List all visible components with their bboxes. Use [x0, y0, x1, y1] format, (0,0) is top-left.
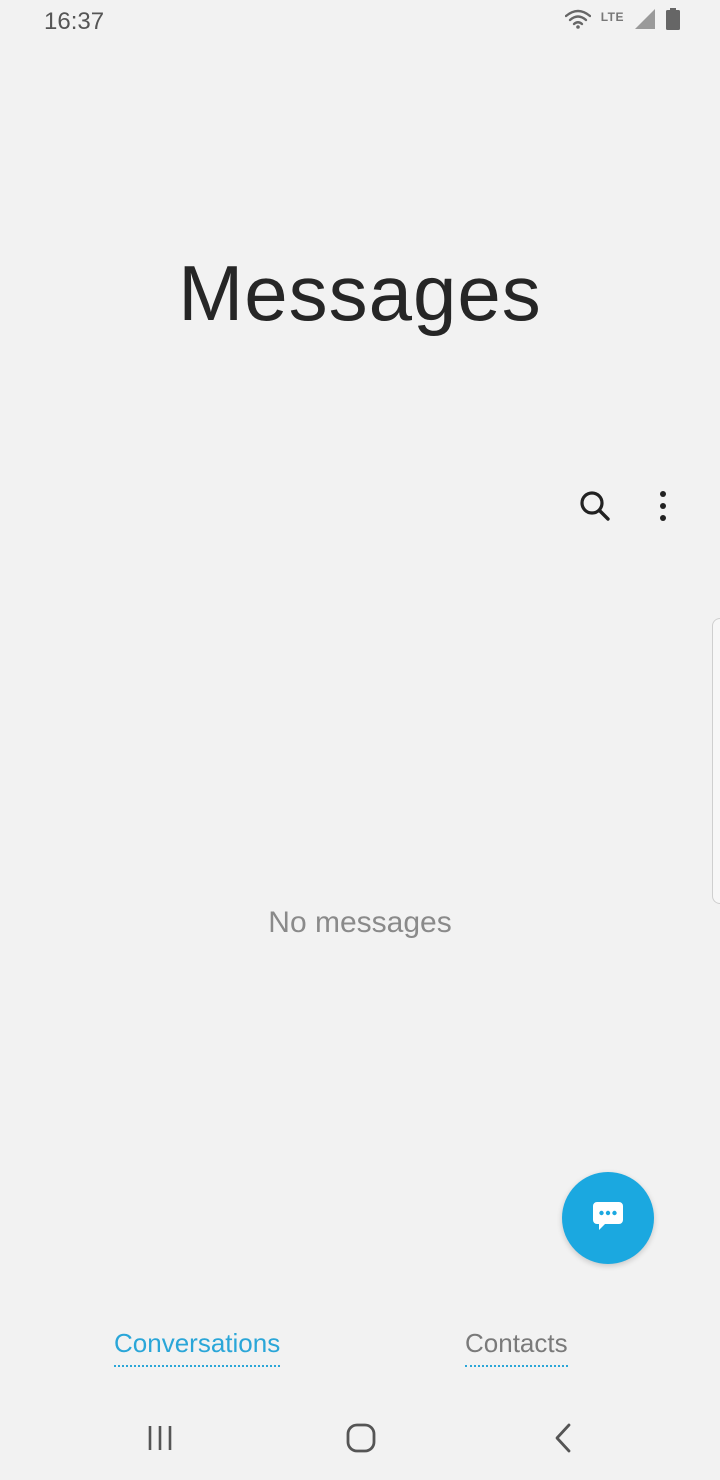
- status-time: 16:37: [44, 8, 105, 35]
- compose-message-icon: [591, 1200, 625, 1237]
- home-button[interactable]: [331, 1414, 391, 1466]
- signal-icon: [634, 8, 656, 35]
- page-title: Messages: [178, 249, 542, 337]
- search-icon: [579, 490, 611, 527]
- battery-icon: [666, 7, 680, 35]
- recent-apps-icon: [146, 1425, 174, 1456]
- tab-contacts[interactable]: Contacts: [465, 1328, 568, 1367]
- back-icon: [553, 1423, 573, 1458]
- home-icon: [346, 1423, 376, 1458]
- wifi-icon: [564, 9, 591, 34]
- messages-screen: 16:37 LTE Messages No messages Conversat…: [0, 0, 720, 1480]
- tab-conversations[interactable]: Conversations: [114, 1328, 281, 1367]
- empty-state-text: No messages: [268, 906, 452, 939]
- status-bar: 16:37 LTE: [0, 0, 720, 44]
- more-options-icon: [658, 490, 668, 527]
- network-type: LTE: [600, 10, 624, 24]
- status-icons: LTE: [564, 7, 680, 35]
- back-button[interactable]: [533, 1414, 593, 1466]
- recent-apps-button[interactable]: [130, 1414, 190, 1466]
- search-button[interactable]: [571, 484, 619, 532]
- edge-panel-handle[interactable]: [712, 618, 720, 904]
- compose-button[interactable]: [562, 1172, 654, 1264]
- more-options-button[interactable]: [639, 484, 687, 532]
